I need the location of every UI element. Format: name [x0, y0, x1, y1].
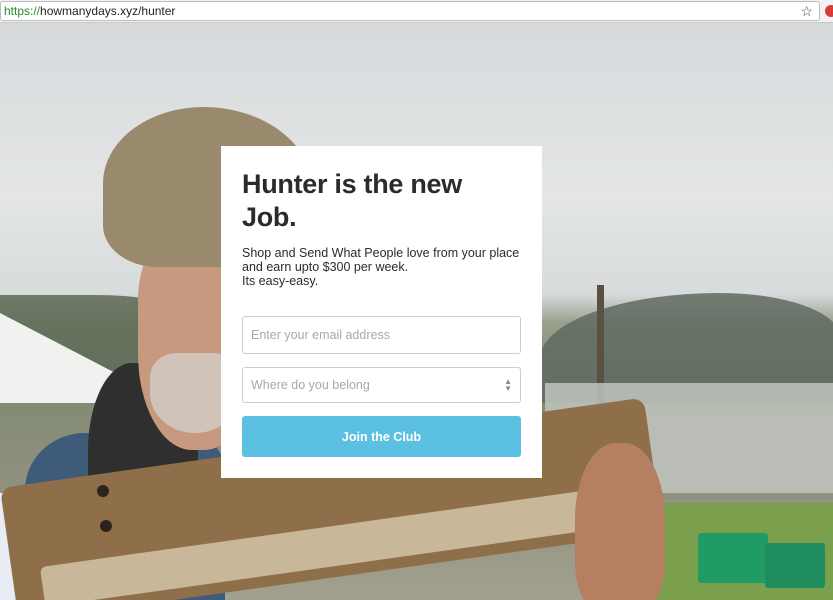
signup-card: Hunter is the new Job. Shop and Send Wha… [221, 146, 542, 478]
browser-toolbar: https://howmanydays.xyz/hunter ☆ [0, 0, 833, 23]
star-icon[interactable]: ☆ [800, 2, 813, 20]
green-crate [765, 543, 825, 588]
select-arrows-icon: ▲ ▼ [504, 377, 512, 393]
button-stud [100, 520, 112, 532]
green-crate [698, 533, 768, 583]
hand [575, 443, 665, 600]
extension-icon[interactable] [825, 5, 833, 17]
button-stud [97, 485, 109, 497]
belong-select-value: Where do you belong [251, 378, 370, 392]
lead-line: Shop and Send What People love from your… [242, 246, 520, 274]
lead-line: Its easy-easy. [242, 274, 319, 288]
belong-select[interactable]: Where do you belong ▲ ▼ [242, 367, 521, 403]
url-path: howmanydays.xyz/hunter [40, 4, 176, 18]
page-title: Hunter is the new Job. [242, 169, 462, 232]
url-scheme: https:// [4, 4, 41, 18]
address-bar[interactable]: https://howmanydays.xyz/hunter [0, 1, 820, 21]
lead-text: Shop and Send What People love from your… [242, 246, 522, 288]
email-input[interactable] [242, 316, 521, 354]
join-button[interactable]: Join the Club [242, 416, 521, 457]
